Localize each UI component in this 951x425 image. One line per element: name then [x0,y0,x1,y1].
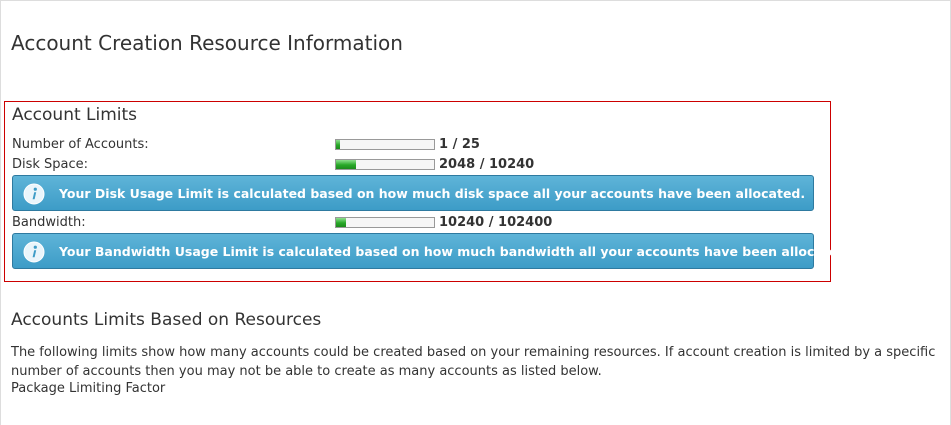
bandwidth-progress-bar [335,217,435,228]
page-title: Account Creation Resource Information [11,31,403,55]
accounts-progress-bar [335,139,435,150]
bandwidth-info-text: Your Bandwidth Usage Limit is calculated… [59,244,852,259]
disk-space-progress-fill [336,160,356,169]
bandwidth-info-alert: Your Bandwidth Usage Limit is calculated… [12,233,851,269]
bandwidth-value: 10240 / 102400 [439,215,553,230]
disk-usage-info-text: Your Disk Usage Limit is calculated base… [59,186,806,201]
account-limits-panel: Account Limits Number of Accounts: 1 / 2… [4,101,851,282]
bandwidth-label: Bandwidth: [12,215,86,230]
disk-space-label: Disk Space: [12,157,89,172]
resources-title: Accounts Limits Based on Resources [11,310,322,330]
resources-description: The following limits show how many accou… [11,345,936,379]
accounts-progress-fill [336,140,340,149]
bandwidth-progress-fill [336,218,346,227]
info-icon [23,183,45,205]
package-limiting-factor-label: Package Limiting Factor [11,381,166,396]
disk-space-progress-bar [335,159,435,170]
disk-space-value: 2048 / 10240 [439,157,535,172]
accounts-limit-value: 1 / 25 [439,137,480,152]
disk-usage-info-alert: Your Disk Usage Limit is calculated base… [12,175,814,211]
accounts-limit-label: Number of Accounts: [12,137,149,152]
account-limits-title: Account Limits [12,105,138,125]
info-icon [23,241,45,263]
